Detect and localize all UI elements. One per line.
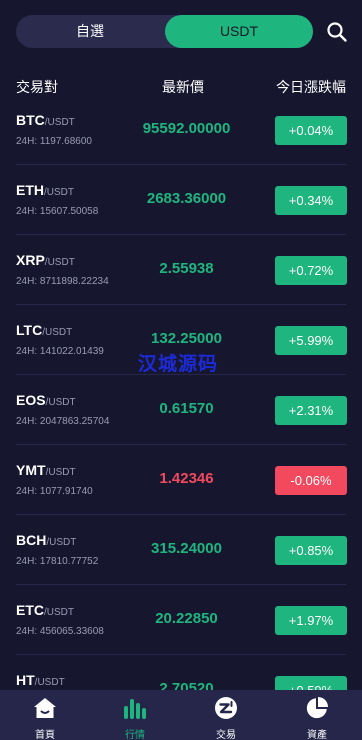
pair-symbol: XRP/USDT	[16, 252, 75, 268]
nav-market[interactable]: 行情	[90, 690, 180, 740]
volume-24h: 24H: 17810.77752	[16, 556, 99, 567]
column-pair-label: 交易對	[16, 79, 58, 95]
volume-24h: 24H: 1197.68600	[16, 136, 92, 147]
last-price: 20.22850	[155, 610, 218, 627]
market-row[interactable]: XRP/USDT 24H: 8711898.22234 2.55938 +0.7…	[0, 235, 362, 305]
volume-24h: 24H: 15607.50058	[16, 206, 99, 217]
volume-24h: 24H: 456065.33608	[16, 626, 104, 637]
pair-symbol: YMT/USDT	[16, 462, 76, 478]
last-price: 315.24000	[151, 540, 222, 557]
market-row[interactable]: ETC/USDT 24H: 456065.33608 20.22850 +1.9…	[0, 585, 362, 655]
volume-24h: 24H: 8711898.22234	[16, 276, 109, 287]
market-bars-icon	[124, 699, 146, 719]
nav-trade-label: 交易	[216, 730, 236, 740]
quote-symbol: /USDT	[44, 607, 74, 618]
change-badge[interactable]: +0.85%	[275, 536, 347, 565]
quote-symbol: /USDT	[44, 117, 75, 128]
nav-home-label: 首頁	[35, 730, 55, 740]
change-badge[interactable]: +2.31%	[275, 396, 347, 425]
base-symbol: BCH	[16, 532, 47, 548]
search-icon[interactable]	[326, 21, 348, 43]
market-tab-switch: 自選 USDT	[16, 15, 313, 48]
base-symbol: ETC	[16, 602, 44, 618]
volume-24h: 24H: 141022.01439	[16, 346, 104, 357]
quote-symbol: /USDT	[34, 677, 65, 688]
quote-symbol: /USDT	[44, 187, 74, 198]
base-symbol: BTC	[16, 112, 45, 128]
base-symbol: LTC	[16, 322, 43, 338]
volume-24h: 24H: 2047863.25704	[16, 416, 110, 427]
last-price: 2683.36000	[146, 190, 227, 207]
last-price: 95592.00000	[142, 120, 231, 137]
change-badge[interactable]: +0.34%	[275, 186, 347, 215]
base-symbol: XRP	[16, 252, 45, 268]
change-badge[interactable]: +0.72%	[275, 256, 347, 285]
trade-icon	[215, 697, 237, 719]
home-icon	[34, 698, 56, 718]
base-symbol: EOS	[16, 392, 46, 408]
nav-market-label: 行情	[125, 730, 145, 740]
top-bar: 自選 USDT	[0, 0, 362, 64]
last-price: 2.55938	[159, 260, 214, 277]
change-badge[interactable]: +5.99%	[275, 326, 347, 355]
quote-symbol: /USDT	[45, 467, 76, 478]
pair-symbol: BCH/USDT	[16, 532, 76, 548]
change-badge[interactable]: -0.06%	[275, 466, 347, 495]
nav-assets[interactable]: 資產	[272, 690, 362, 740]
nav-home[interactable]: 首頁	[0, 690, 90, 740]
watermark-text: 汉城源码	[138, 354, 219, 375]
pair-symbol: LTC/USDT	[16, 322, 72, 338]
bottom-nav: 首頁 行情 交易 資產	[0, 690, 362, 740]
pair-symbol: ETC/USDT	[16, 602, 74, 618]
column-change-label: 今日漲跌幅	[276, 79, 346, 95]
quote-symbol: /USDT	[46, 537, 77, 548]
quote-symbol: /USDT	[44, 257, 75, 268]
change-badge[interactable]: +0.04%	[275, 116, 347, 145]
quote-symbol: /USDT	[42, 327, 73, 338]
assets-pie-icon	[306, 697, 328, 719]
base-symbol: ETH	[16, 182, 44, 198]
market-row[interactable]: BCH/USDT 24H: 17810.77752 315.24000 +0.8…	[0, 515, 362, 585]
base-symbol: HT	[16, 672, 35, 688]
market-row[interactable]: EOS/USDT 24H: 2047863.25704 0.61570 +2.3…	[0, 375, 362, 445]
tab-favorites[interactable]: 自選	[16, 15, 164, 48]
change-badge[interactable]: +1.97%	[275, 606, 347, 635]
base-symbol: YMT	[16, 462, 46, 478]
last-price: 0.61570	[159, 400, 214, 417]
pair-symbol: HT/USDT	[16, 672, 65, 688]
column-price-label: 最新價	[162, 79, 204, 95]
nav-trade[interactable]: 交易	[181, 690, 271, 740]
pair-symbol: EOS/USDT	[16, 392, 76, 408]
last-price: 1.42346	[159, 470, 214, 487]
tab-usdt[interactable]: USDT	[165, 15, 313, 48]
volume-24h: 24H: 1077.91740	[16, 486, 93, 497]
last-price: 132.25000	[151, 330, 222, 347]
pair-symbol: ETH/USDT	[16, 182, 74, 198]
nav-assets-label: 資產	[307, 730, 327, 740]
market-row[interactable]: YMT/USDT 24H: 1077.91740 1.42346 -0.06%	[0, 445, 362, 515]
market-row[interactable]: BTC/USDT 24H: 1197.68600 95592.00000 +0.…	[0, 95, 362, 165]
pair-symbol: BTC/USDT	[16, 112, 75, 128]
market-row[interactable]: ETH/USDT 24H: 15607.50058 2683.36000 +0.…	[0, 165, 362, 235]
quote-symbol: /USDT	[45, 397, 76, 408]
